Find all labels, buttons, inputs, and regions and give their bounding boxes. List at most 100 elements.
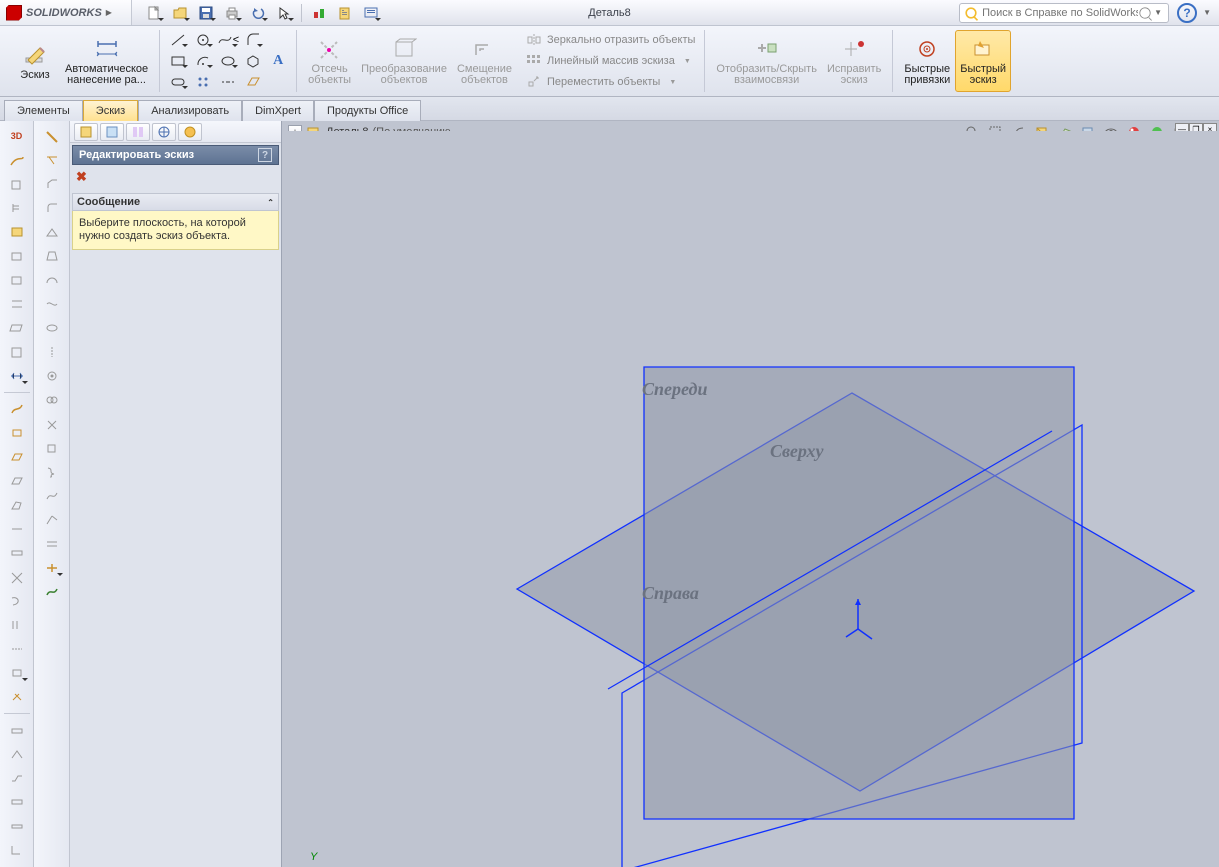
chevron-down-icon[interactable]: ▼ bbox=[1203, 8, 1211, 17]
display-manager-tab[interactable] bbox=[178, 123, 202, 141]
mirror-entities-button[interactable]: Зеркально отразить объекты bbox=[523, 30, 698, 50]
display-relations-button[interactable]: Отобразить/Скрытьвзаимосвязи bbox=[711, 30, 822, 92]
select-button[interactable] bbox=[272, 2, 296, 24]
sm-bend-button[interactable] bbox=[4, 743, 30, 765]
combine-button[interactable] bbox=[39, 389, 65, 411]
intersection-button[interactable] bbox=[4, 686, 30, 708]
extend-button[interactable] bbox=[4, 518, 30, 540]
help-button[interactable]: ? bbox=[1177, 3, 1197, 23]
tab-office[interactable]: Продукты Office bbox=[314, 100, 421, 121]
sm-jog-button[interactable] bbox=[4, 767, 30, 789]
ref-geom-button[interactable] bbox=[4, 662, 30, 684]
mid-surface-button[interactable] bbox=[4, 638, 30, 660]
search-input[interactable] bbox=[982, 7, 1138, 19]
slot-tool-button[interactable] bbox=[166, 72, 190, 92]
tab-sketch[interactable]: Эскиз bbox=[83, 100, 138, 121]
thicken-button[interactable] bbox=[4, 542, 30, 564]
draft-button[interactable] bbox=[39, 245, 65, 267]
arc-tool-button[interactable] bbox=[191, 51, 215, 71]
quick-snaps-button[interactable]: Быстрыепривязки bbox=[899, 30, 955, 92]
sketch-fillet-button[interactable] bbox=[241, 30, 265, 50]
radiate-button[interactable] bbox=[4, 494, 30, 516]
section-header[interactable]: Сообщение ⌃ bbox=[72, 193, 279, 211]
split-button[interactable] bbox=[39, 149, 65, 171]
pmgr-help-button[interactable]: ? bbox=[258, 148, 272, 162]
planar-surface-button[interactable] bbox=[4, 446, 30, 468]
rectangle-tool-button[interactable] bbox=[166, 51, 190, 71]
new-doc-button[interactable] bbox=[142, 2, 166, 24]
tab-analyze[interactable]: Анализировать bbox=[138, 100, 242, 121]
text-tool-button[interactable]: A bbox=[266, 51, 290, 71]
dome-button[interactable] bbox=[39, 269, 65, 291]
smart-dim-button[interactable] bbox=[4, 365, 30, 387]
repair-sketch-button[interactable]: Исправитьэскиз bbox=[822, 30, 886, 92]
parting-button[interactable] bbox=[4, 293, 30, 315]
undo-button[interactable] bbox=[246, 2, 270, 24]
ruled-surface-button[interactable] bbox=[4, 470, 30, 492]
open-doc-button[interactable] bbox=[168, 2, 192, 24]
point-tool-button[interactable] bbox=[191, 72, 215, 92]
intersect-button[interactable] bbox=[39, 413, 65, 435]
sm-flatten-button[interactable] bbox=[4, 815, 30, 837]
linear-pattern-button[interactable]: Линейный массив эскиза▼ bbox=[523, 51, 698, 71]
dimxpert-manager-tab[interactable] bbox=[152, 123, 176, 141]
dim-tool-button[interactable] bbox=[39, 125, 65, 147]
mirror-feat-button[interactable] bbox=[39, 341, 65, 363]
rib-button[interactable] bbox=[39, 221, 65, 243]
reference-button[interactable] bbox=[39, 533, 65, 555]
feature-tree-tab[interactable] bbox=[74, 123, 98, 141]
sm-lofted-button[interactable] bbox=[4, 791, 30, 813]
screen-capture-button[interactable] bbox=[359, 2, 383, 24]
helix-button[interactable] bbox=[39, 461, 65, 483]
ellipse-tool-button[interactable] bbox=[216, 51, 240, 71]
tab-features[interactable]: Элементы bbox=[4, 100, 83, 121]
wrap-button[interactable] bbox=[4, 245, 30, 267]
3d-sketch-button[interactable]: 3D bbox=[4, 125, 30, 147]
curve-button[interactable] bbox=[39, 485, 65, 507]
wrap2-button[interactable] bbox=[39, 317, 65, 339]
circle-tool-button[interactable] bbox=[191, 30, 215, 50]
offset-entities-button[interactable]: Смещениеобъектов bbox=[452, 30, 517, 92]
fillet-button[interactable] bbox=[39, 197, 65, 219]
tree-button[interactable] bbox=[4, 197, 30, 219]
convert-entities-button[interactable]: Преобразованиеобъектов bbox=[356, 30, 452, 92]
help-search-box[interactable]: ▼ bbox=[959, 3, 1169, 23]
cut-surf-button[interactable] bbox=[4, 566, 30, 588]
print-button[interactable] bbox=[220, 2, 244, 24]
config-manager-tab[interactable] bbox=[126, 123, 150, 141]
untrim-button[interactable] bbox=[4, 590, 30, 612]
polygon-tool-button[interactable] bbox=[241, 51, 265, 71]
sm-corner-button[interactable] bbox=[4, 839, 30, 861]
sketch-button[interactable]: Эскиз bbox=[10, 30, 60, 92]
hide-button[interactable] bbox=[4, 149, 30, 171]
instant3d-button[interactable] bbox=[39, 557, 65, 579]
move-entities-button[interactable]: Переместить объекты▼ bbox=[523, 72, 698, 92]
chevron-down-icon[interactable]: ▼ bbox=[1154, 8, 1162, 17]
smart-dimension-button[interactable]: Автоматическоенанесение ра... bbox=[60, 30, 153, 92]
spline-edit-button[interactable] bbox=[39, 581, 65, 603]
part-button[interactable] bbox=[4, 221, 30, 243]
centerline-tool-button[interactable] bbox=[216, 72, 240, 92]
pmgr-cancel-button[interactable]: ✖ bbox=[76, 169, 92, 185]
plane-tool-button[interactable] bbox=[241, 72, 265, 92]
flex-button[interactable] bbox=[39, 293, 65, 315]
chamfer-button[interactable] bbox=[39, 173, 65, 195]
app-logo-area[interactable]: SOLIDWORKS ▶ bbox=[0, 0, 132, 25]
extrude-button[interactable] bbox=[4, 269, 30, 291]
spline-tool-button[interactable]: < bbox=[216, 30, 240, 50]
move-face-button[interactable] bbox=[39, 437, 65, 459]
tab-dimxpert[interactable]: DimXpert bbox=[242, 100, 314, 121]
curve3d-button[interactable] bbox=[39, 509, 65, 531]
offset-surf-button[interactable] bbox=[4, 614, 30, 636]
sm-flange-button[interactable] bbox=[4, 719, 30, 741]
surface-button[interactable] bbox=[4, 317, 30, 339]
graphics-area[interactable]: + Деталь8 (По умолчанию... — ❐ × × bbox=[282, 121, 1219, 867]
rapid-sketch-button[interactable]: Быстрыйэскиз bbox=[955, 30, 1011, 92]
trim-entities-button[interactable]: Отсечьобъекты bbox=[303, 30, 356, 92]
rebuild-button[interactable] bbox=[307, 2, 331, 24]
options-button[interactable] bbox=[333, 2, 357, 24]
hole-button[interactable] bbox=[39, 365, 65, 387]
property-manager-tab[interactable] bbox=[100, 123, 124, 141]
knit-button[interactable] bbox=[4, 422, 30, 444]
cube-button[interactable] bbox=[4, 173, 30, 195]
